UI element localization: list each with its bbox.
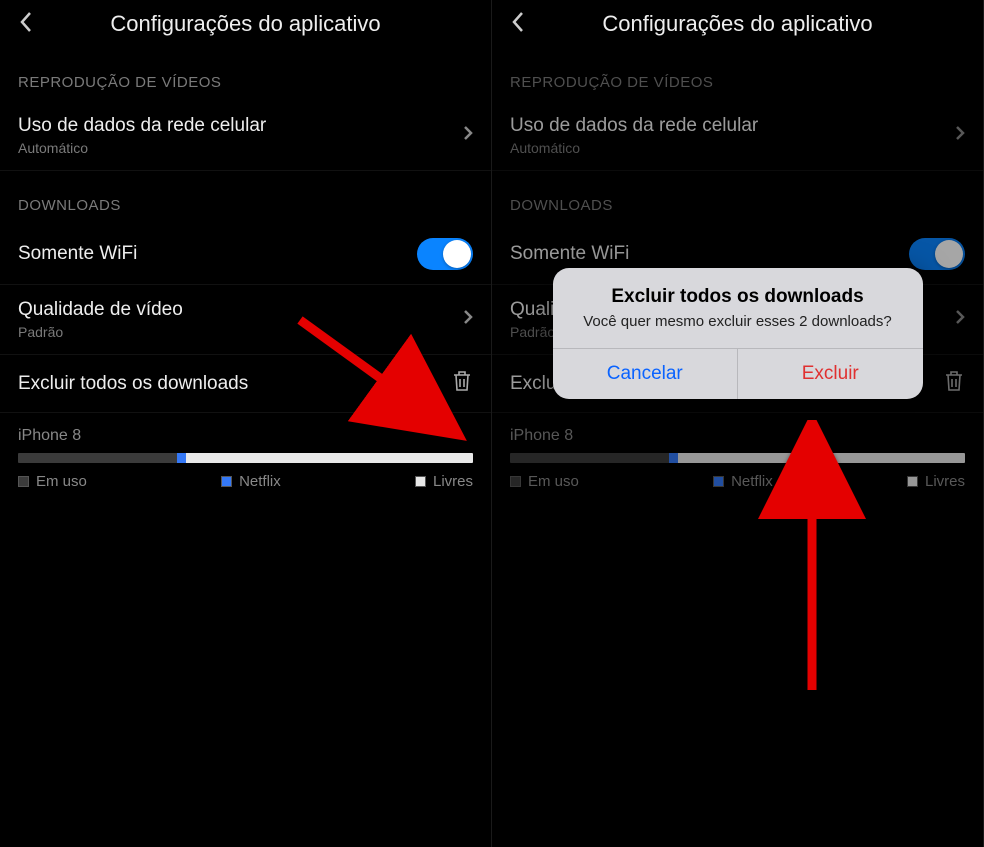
legend-free: Livres: [907, 473, 965, 490]
row-wifi-only[interactable]: Somente WiFi: [0, 224, 491, 285]
section-header-downloads: DOWNLOADS: [0, 171, 491, 224]
storage-bar: [18, 453, 473, 463]
back-button[interactable]: [12, 10, 40, 38]
row-subtitle: Automático: [510, 140, 758, 156]
header: Configurações do aplicativo: [0, 0, 491, 48]
chevron-right-icon: [955, 309, 965, 330]
device-label: iPhone 8: [0, 413, 491, 453]
header: Configurações do aplicativo: [492, 0, 983, 48]
trash-icon[interactable]: [943, 369, 965, 398]
row-title: Somente WiFi: [18, 243, 137, 265]
chevron-right-icon: [955, 125, 965, 146]
device-label: iPhone 8: [492, 413, 983, 453]
page-title: Configurações do aplicativo: [0, 11, 491, 37]
settings-screen-right: Configurações do aplicativo REPRODUÇÃO D…: [492, 0, 984, 847]
delete-confirm-dialog: Excluir todos os downloads Você quer mes…: [553, 268, 923, 399]
row-cellular-data[interactable]: Uso de dados da rede celular Automático: [492, 101, 983, 171]
legend-netflix: Netflix: [221, 473, 281, 490]
row-cellular-data[interactable]: Uso de dados da rede celular Automático: [0, 101, 491, 171]
wifi-only-toggle[interactable]: [417, 238, 473, 270]
row-title: Uso de dados da rede celular: [510, 115, 758, 137]
storage-bar: [510, 453, 965, 463]
storage-legend: Em uso Netflix Livres: [0, 463, 491, 500]
page-title: Configurações do aplicativo: [492, 11, 983, 37]
row-title: Qualidade de vídeo: [18, 299, 183, 321]
storage-segment-free: [678, 453, 965, 463]
row-subtitle: Padrão: [18, 324, 183, 340]
row-video-quality[interactable]: Qualidade de vídeo Padrão: [0, 285, 491, 355]
legend-used: Em uso: [18, 473, 87, 490]
row-delete-all-downloads[interactable]: Excluir todos os downloads: [0, 355, 491, 413]
storage-segment-used: [18, 453, 177, 463]
dialog-message: Você quer mesmo excluir esses 2 download…: [575, 312, 901, 332]
storage-segment-netflix: [177, 453, 186, 463]
section-header-video: REPRODUÇÃO DE VÍDEOS: [492, 48, 983, 101]
wifi-only-toggle[interactable]: [909, 238, 965, 270]
cancel-button[interactable]: Cancelar: [553, 349, 739, 399]
section-header-video: REPRODUÇÃO DE VÍDEOS: [0, 48, 491, 101]
back-button[interactable]: [504, 10, 532, 38]
storage-segment-used: [510, 453, 669, 463]
section-header-downloads: DOWNLOADS: [492, 171, 983, 224]
dialog-title: Excluir todos os downloads: [575, 286, 901, 308]
legend-netflix: Netflix: [713, 473, 773, 490]
row-title: Somente WiFi: [510, 243, 629, 265]
delete-confirm-button[interactable]: Excluir: [738, 349, 923, 399]
storage-legend: Em uso Netflix Livres: [492, 463, 983, 500]
legend-free: Livres: [415, 473, 473, 490]
chevron-left-icon: [511, 11, 525, 38]
legend-used: Em uso: [510, 473, 579, 490]
trash-icon[interactable]: [451, 369, 473, 398]
storage-segment-free: [186, 453, 473, 463]
storage-segment-netflix: [669, 453, 678, 463]
chevron-left-icon: [19, 11, 33, 38]
settings-screen-left: Configurações do aplicativo REPRODUÇÃO D…: [0, 0, 492, 847]
chevron-right-icon: [463, 309, 473, 330]
chevron-right-icon: [463, 125, 473, 146]
row-title: Excluir todos os downloads: [18, 373, 248, 395]
row-title: Uso de dados da rede celular: [18, 115, 266, 137]
row-subtitle: Automático: [18, 140, 266, 156]
